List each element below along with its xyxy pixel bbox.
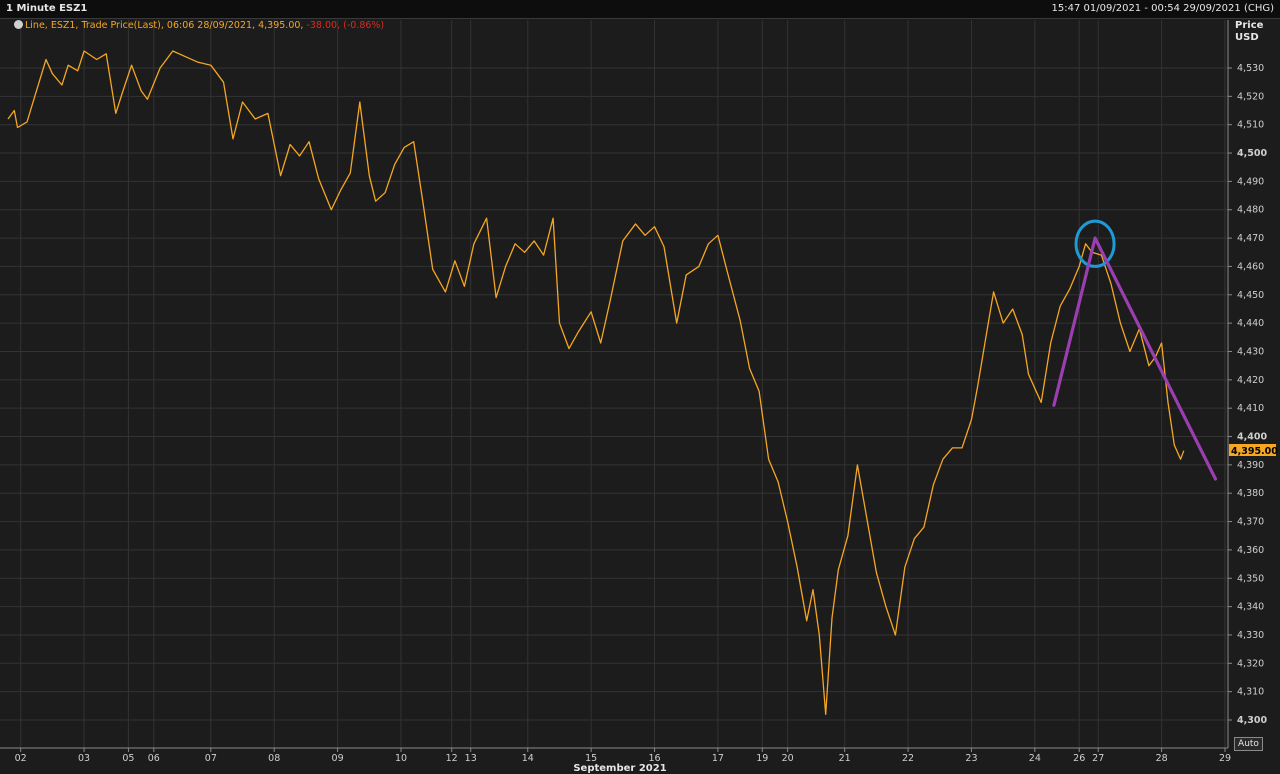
y-tick-label: 4,430 bbox=[1237, 346, 1264, 357]
x-tick-label: 12 bbox=[446, 753, 458, 764]
legend-series-text: Line, ESZ1, Trade Price(Last), 06:06 28/… bbox=[25, 20, 307, 31]
x-tick-label: 29 bbox=[1219, 753, 1231, 764]
y-tick-label: 4,300 bbox=[1237, 715, 1267, 726]
y-tick-label: 4,530 bbox=[1237, 63, 1264, 74]
y-tick-label: 4,510 bbox=[1237, 120, 1264, 131]
series-line bbox=[7, 50, 1185, 715]
price-chart[interactable]: 4,300 4,310 4,320 4,330 4,340 4,350 4,360 4,370… bbox=[0, 0, 1280, 774]
auto-scale-button[interactable]: Auto bbox=[1234, 737, 1263, 751]
x-tick-label: 05 bbox=[122, 753, 134, 764]
y-tick-label: 4,390 bbox=[1237, 460, 1264, 471]
y-tick-label: 4,460 bbox=[1237, 261, 1264, 272]
x-tick-label: 13 bbox=[465, 753, 477, 764]
x-tick-label: 23 bbox=[965, 753, 977, 764]
price-series bbox=[7, 50, 1185, 715]
x-tick-label: 06 bbox=[148, 753, 160, 764]
last-price-label: 4,395.00 bbox=[1229, 444, 1278, 457]
x-tick-label: 09 bbox=[332, 753, 344, 764]
x-tick-label: 14 bbox=[522, 753, 534, 764]
x-tick-label: 19 bbox=[756, 753, 768, 764]
y-tick-label: 4,410 bbox=[1237, 403, 1264, 414]
y-tick-label: 4,440 bbox=[1237, 318, 1264, 329]
x-tick-label: 07 bbox=[205, 753, 217, 764]
y-axis-title-usd: USD bbox=[1235, 32, 1259, 43]
y-tick-label: 4,330 bbox=[1237, 630, 1264, 641]
y-axis-title-price: Price bbox=[1235, 20, 1264, 31]
x-tick-label: 26 bbox=[1073, 753, 1085, 764]
y-tick-label: 4,490 bbox=[1237, 176, 1264, 187]
x-tick-label: 20 bbox=[782, 753, 794, 764]
x-axis-ticks: 02 03 05 06 07 08 09 10 12 13 14 15 16 17 19 20 21 22 23 24… bbox=[15, 748, 1231, 764]
series-legend: Line, ESZ1, Trade Price(Last), 06:06 28/… bbox=[14, 20, 384, 32]
y-tick-label: 4,480 bbox=[1237, 205, 1264, 216]
y-tick-label: 4,500 bbox=[1237, 148, 1267, 159]
x-tick-label: 27 bbox=[1092, 753, 1104, 764]
last-price-text: 4,395.00 bbox=[1231, 446, 1278, 457]
x-tick-label: 03 bbox=[78, 753, 90, 764]
x-tick-label: 02 bbox=[15, 753, 27, 764]
y-tick-label: 4,370 bbox=[1237, 517, 1264, 528]
annotations bbox=[1052, 219, 1218, 481]
x-axis-label: September 2021 bbox=[573, 763, 666, 774]
y-tick-label: 4,420 bbox=[1237, 375, 1264, 386]
x-tick-label: 22 bbox=[902, 753, 914, 764]
y-tick-label: 4,340 bbox=[1237, 602, 1264, 613]
x-tick-label: 21 bbox=[839, 753, 851, 764]
y-tick-label: 4,400 bbox=[1237, 432, 1267, 443]
y-tick-label: 4,310 bbox=[1237, 687, 1264, 698]
y-axis-ticks: 4,300 4,310 4,320 4,330 4,340 4,350 4,360 4,370… bbox=[1228, 63, 1267, 726]
legend-change-text: -38.00, (-0.86%) bbox=[306, 20, 385, 31]
clock-icon bbox=[14, 20, 23, 29]
y-tick-label: 4,350 bbox=[1237, 573, 1264, 584]
y-tick-label: 4,470 bbox=[1237, 233, 1264, 244]
trend-line bbox=[1052, 236, 1218, 481]
y-tick-label: 4,450 bbox=[1237, 290, 1264, 301]
x-tick-label: 28 bbox=[1156, 753, 1168, 764]
x-tick-label: 17 bbox=[712, 753, 724, 764]
y-tick-label: 4,520 bbox=[1237, 91, 1264, 102]
y-tick-label: 4,320 bbox=[1237, 658, 1264, 669]
chart-window: 1 Minute ESZ1 15:47 01/09/2021 - 00:54 2… bbox=[0, 0, 1280, 774]
x-tick-label: 24 bbox=[1029, 753, 1041, 764]
y-tick-label: 4,360 bbox=[1237, 545, 1264, 556]
x-tick-label: 08 bbox=[268, 753, 280, 764]
x-tick-label: 10 bbox=[395, 753, 407, 764]
y-tick-label: 4,380 bbox=[1237, 488, 1264, 499]
